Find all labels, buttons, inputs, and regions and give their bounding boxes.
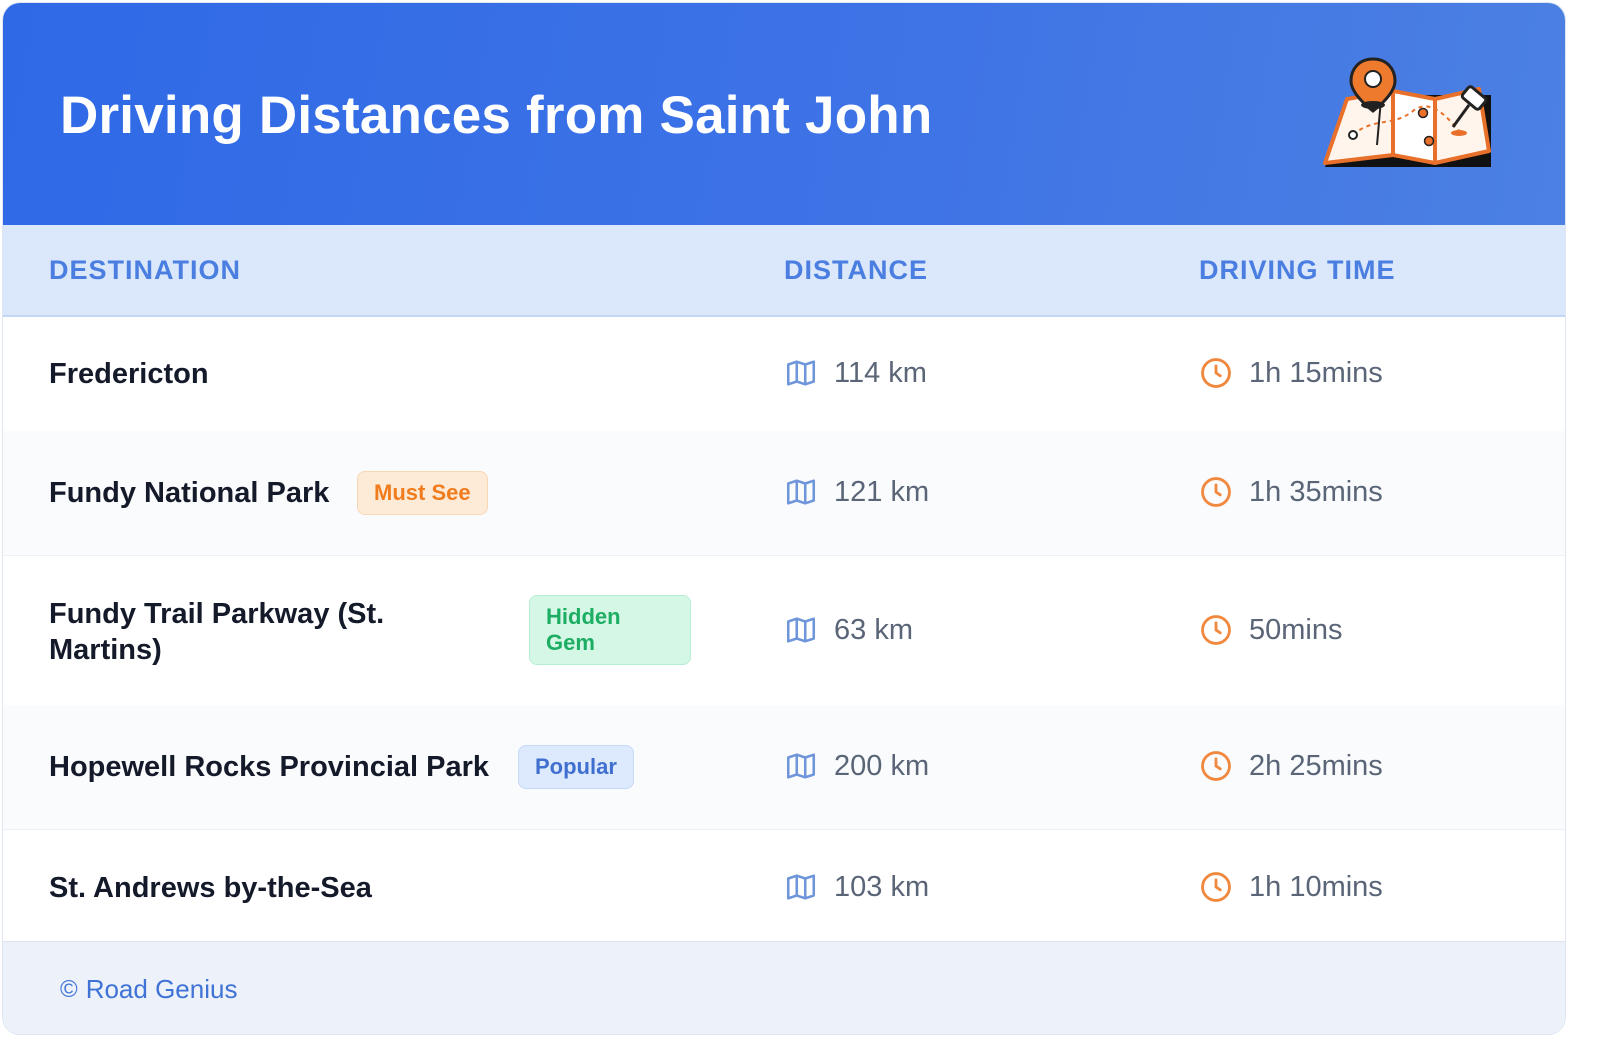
distance-cell: 200 km <box>784 749 929 783</box>
destination-name: Fredericton <box>49 358 209 390</box>
distance-card: Driving Distances from Saint John DESTIN… <box>2 2 1566 1035</box>
time-value: 50mins <box>1249 613 1343 646</box>
distance-value: 63 km <box>834 613 913 646</box>
distance-cell: 103 km <box>784 870 929 904</box>
page-title: Driving Distances from Saint John <box>60 86 933 145</box>
table-row: St. Andrews by-the-Sea 103 km 1h 10mins <box>3 829 1565 941</box>
map-icon <box>786 617 816 643</box>
map-icon <box>786 479 816 505</box>
badge-hidden-gem: Hidden Gem <box>529 595 691 665</box>
time-cell: 1h 10mins <box>1199 870 1383 904</box>
table-row: Hopewell Rocks Provincial Park Popular 2… <box>3 705 1565 830</box>
destination-name: Hopewell Rocks Provincial Park <box>49 751 490 783</box>
distance-value: 114 km <box>834 356 927 389</box>
distance-cell: 121 km <box>784 475 929 509</box>
copyright-icon: © <box>60 975 78 1003</box>
distance-cell: 63 km <box>784 613 913 647</box>
brand-credit[interactable]: © Road Genius <box>60 974 237 1005</box>
map-icon <box>786 874 816 900</box>
clock-icon <box>1201 477 1231 507</box>
column-header-destination: DESTINATION <box>49 255 241 285</box>
badge-must-see: Must See <box>357 471 488 515</box>
destination-name: St. Andrews by-the-Sea <box>49 872 372 904</box>
destination-name: Fundy Trail Parkway (St. Martins) <box>49 598 385 666</box>
brand-name: Road Genius <box>85 974 238 1004</box>
distance-cell: 114 km <box>784 356 927 390</box>
time-cell: 1h 15mins <box>1199 356 1383 390</box>
column-header-distance: DISTANCE <box>784 255 929 285</box>
map-pin-illustration-icon <box>1323 57 1491 167</box>
clock-icon <box>1201 872 1231 902</box>
distance-value: 121 km <box>834 475 930 508</box>
clock-icon <box>1201 358 1231 388</box>
badge-popular: Popular <box>518 745 634 789</box>
time-value: 1h 35mins <box>1249 475 1383 508</box>
time-cell: 2h 25mins <box>1199 749 1383 783</box>
footer: © Road Genius <box>3 941 1565 1034</box>
header-banner: Driving Distances from Saint John <box>3 3 1565 225</box>
map-icon <box>786 753 816 779</box>
time-cell: 50mins <box>1199 613 1343 647</box>
table-row: Fredericton 114 km 1h 15mins <box>3 316 1565 432</box>
destination-name: Fundy National Park <box>49 477 330 509</box>
time-value: 1h 15mins <box>1249 356 1383 389</box>
distance-value: 200 km <box>834 749 930 782</box>
column-header-driving-time: DRIVING TIME <box>1199 255 1396 285</box>
table-row: Fundy Trail Parkway (St. Martins) Hidden… <box>3 555 1565 706</box>
table-row: Fundy National Park Must See 121 km 1h 3… <box>3 431 1565 556</box>
map-icon <box>786 360 816 386</box>
clock-icon <box>1201 615 1231 645</box>
table-header: DESTINATION DISTANCE DRIVING TIME <box>3 225 1565 317</box>
distance-value: 103 km <box>834 870 930 903</box>
clock-icon <box>1201 751 1231 781</box>
time-value: 2h 25mins <box>1249 749 1383 782</box>
time-cell: 1h 35mins <box>1199 475 1383 509</box>
time-value: 1h 10mins <box>1249 870 1383 903</box>
